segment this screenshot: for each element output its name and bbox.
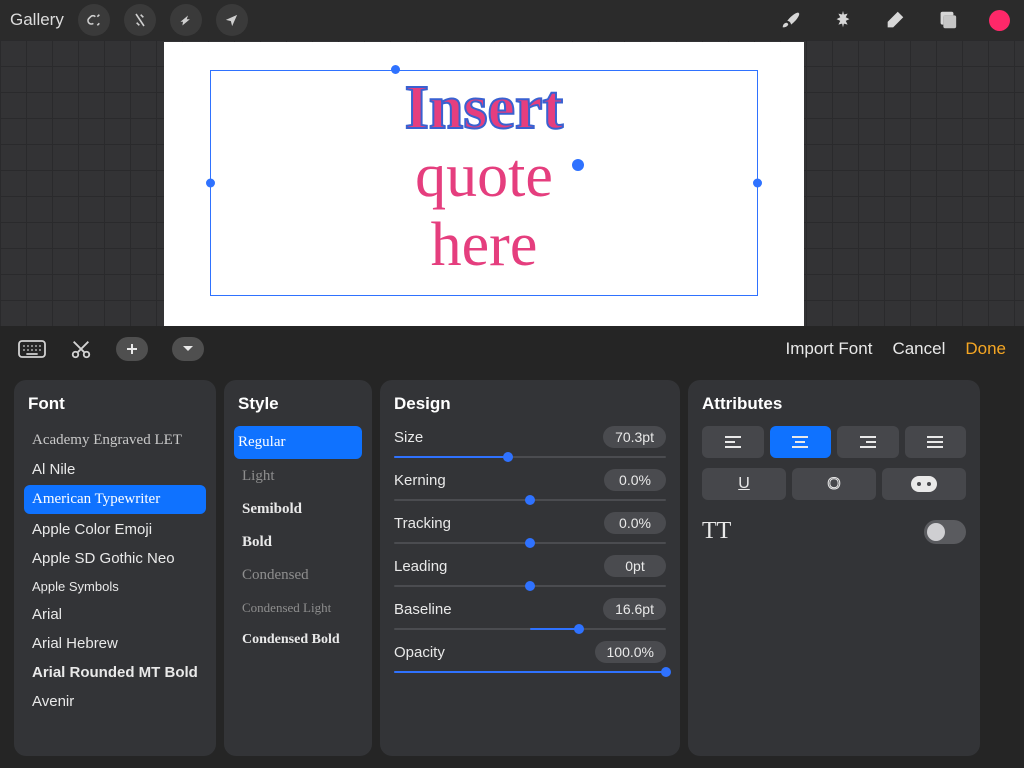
attributes-panel: Attributes U O TT (688, 380, 980, 756)
outline-button[interactable]: O (792, 468, 876, 500)
alignment-segment (702, 426, 966, 458)
capitalize-toggle[interactable] (924, 520, 966, 544)
font-item[interactable]: Arial (28, 600, 202, 629)
artboard[interactable]: Insert quote here (164, 42, 804, 326)
import-font-button[interactable]: Import Font (786, 339, 873, 359)
design-label: Baseline (394, 601, 452, 618)
smudge-icon[interactable] (828, 5, 858, 35)
top-toolbar: Gallery (0, 0, 1024, 40)
design-value[interactable]: 70.3pt (603, 426, 666, 448)
text-line-3[interactable]: here (211, 202, 757, 289)
handle-left[interactable] (206, 179, 215, 188)
font-panel: Font Academy Engraved LET Al Nile Americ… (14, 380, 216, 756)
style-item[interactable]: Condensed Light (238, 592, 358, 624)
design-label: Opacity (394, 644, 445, 661)
align-center-button[interactable] (770, 426, 832, 458)
font-item[interactable]: Avenir (28, 687, 202, 716)
selection-icon[interactable] (170, 4, 202, 36)
text-panels: Font Academy Engraved LET Al Nile Americ… (0, 372, 1024, 768)
design-panel-title: Design (394, 394, 666, 414)
align-justify-button[interactable] (905, 426, 967, 458)
design-panel: Design Size 70.3pt Kerning 0.0% Tracking… (380, 380, 680, 756)
design-value[interactable]: 16.6pt (603, 598, 666, 620)
font-item[interactable]: Apple Symbols (28, 573, 202, 600)
size-slider[interactable] (394, 450, 666, 463)
selected-text[interactable]: Insert (405, 77, 563, 139)
style-item[interactable]: Bold (238, 526, 358, 559)
text-bounding-box[interactable]: Insert quote here (210, 70, 758, 296)
attributes-panel-title: Attributes (702, 394, 966, 414)
design-row-opacity: Opacity 100.0% (394, 641, 666, 663)
design-row-size: Size 70.3pt (394, 426, 666, 448)
add-font-button[interactable] (116, 337, 148, 361)
tracking-slider[interactable] (394, 536, 666, 549)
capitalize-label: TT (702, 518, 731, 545)
design-label: Leading (394, 558, 447, 575)
design-value[interactable]: 100.0% (595, 641, 666, 663)
handle-top[interactable] (391, 65, 400, 74)
brush-icon[interactable] (776, 5, 806, 35)
color-icon[interactable] (984, 5, 1014, 35)
design-label: Tracking (394, 515, 451, 532)
kerning-slider[interactable] (394, 493, 666, 506)
style-item[interactable]: Condensed (238, 559, 358, 592)
handle-drag[interactable] (572, 159, 584, 171)
adjustments-icon[interactable] (124, 4, 156, 36)
transform-icon[interactable] (216, 4, 248, 36)
keyboard-icon[interactable] (18, 340, 46, 358)
opacity-slider[interactable] (394, 665, 666, 678)
align-right-button[interactable] (837, 426, 899, 458)
style-item[interactable]: Condensed Bold (238, 624, 358, 656)
font-item[interactable]: Apple SD Gothic Neo (28, 544, 202, 573)
font-item[interactable]: Al Nile (28, 455, 202, 484)
design-label: Kerning (394, 472, 446, 489)
style-item[interactable]: Semibold (238, 493, 358, 526)
dropdown-button[interactable] (172, 337, 204, 361)
baseline-slider[interactable] (394, 622, 666, 635)
design-value[interactable]: 0.0% (604, 512, 666, 534)
eraser-icon[interactable] (880, 5, 910, 35)
done-button[interactable]: Done (965, 339, 1006, 359)
style-item-selected[interactable]: Regular (234, 426, 362, 459)
style-panel-title: Style (238, 394, 358, 414)
font-panel-title: Font (28, 394, 202, 414)
style-item[interactable]: Light (238, 460, 358, 493)
font-item[interactable]: Arial Hebrew (28, 629, 202, 658)
actions-icon[interactable] (78, 4, 110, 36)
style-panel: Style Regular Light Semibold Bold Conden… (224, 380, 372, 756)
cancel-button[interactable]: Cancel (892, 339, 945, 359)
text-panel-bar: Import Font Cancel Done (0, 326, 1024, 372)
design-label: Size (394, 429, 423, 446)
leading-slider[interactable] (394, 579, 666, 592)
design-row-leading: Leading 0pt (394, 555, 666, 577)
align-left-button[interactable] (702, 426, 764, 458)
design-value[interactable]: 0.0% (604, 469, 666, 491)
gallery-link[interactable]: Gallery (10, 10, 64, 30)
design-row-tracking: Tracking 0.0% (394, 512, 666, 534)
design-row-baseline: Baseline 16.6pt (394, 598, 666, 620)
cut-icon[interactable] (70, 338, 92, 360)
font-item[interactable]: Apple Color Emoji (28, 515, 202, 544)
underline-button[interactable]: U (702, 468, 786, 500)
handle-right[interactable] (753, 179, 762, 188)
font-item-selected[interactable]: American Typewriter (24, 485, 206, 514)
font-item[interactable]: Arial Rounded MT Bold (28, 658, 202, 687)
font-item[interactable]: Academy Engraved LET (28, 426, 202, 455)
design-value[interactable]: 0pt (604, 555, 666, 577)
capitalize-row: TT (702, 518, 966, 545)
design-row-kerning: Kerning 0.0% (394, 469, 666, 491)
canvas-area[interactable]: Insert quote here (0, 40, 1024, 326)
strikethrough-button[interactable] (882, 468, 966, 500)
layers-icon[interactable] (932, 5, 962, 35)
text-style-segment: U O (702, 468, 966, 500)
